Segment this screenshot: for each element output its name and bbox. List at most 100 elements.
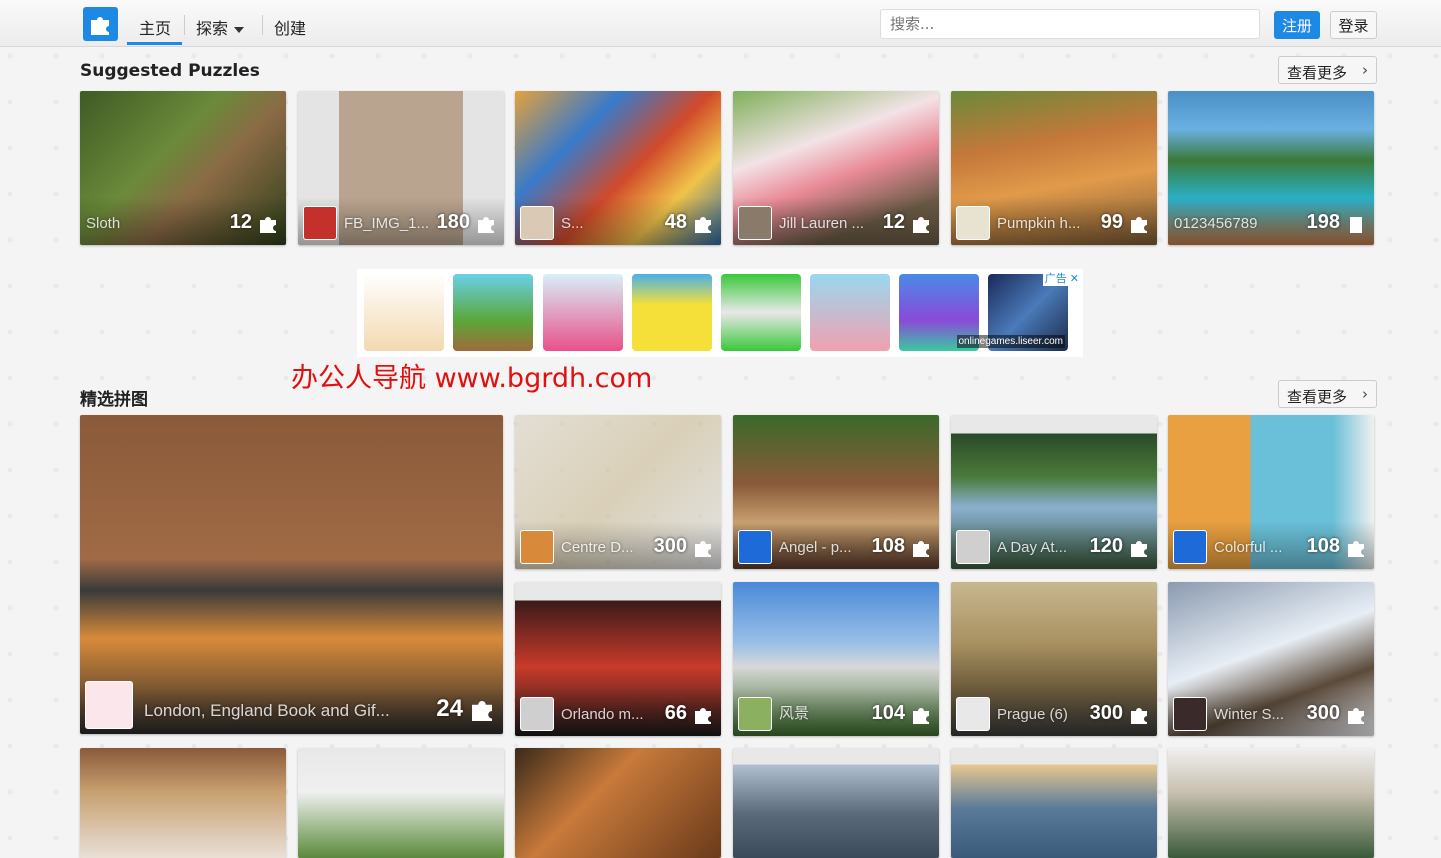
puzzle-piece-icon <box>1350 217 1362 233</box>
puzzle-name: Winter S... <box>1214 706 1285 723</box>
puzzle-name: Pumpkin h... <box>997 215 1081 232</box>
puzzle-tile[interactable]: Orlando m... 66 <box>515 582 721 736</box>
ad-game-thumbnail[interactable] <box>364 274 444 351</box>
ad-banner[interactable]: onlinegames.liseer.com 广告 ✕ <box>357 269 1083 357</box>
puzzle-tile[interactable]: A Day At... 120 <box>951 415 1157 569</box>
piece-count: 300 <box>653 535 687 557</box>
see-more-label: 查看更多 <box>1287 388 1348 406</box>
ad-label[interactable]: 广告 ✕ <box>1042 270 1081 286</box>
puzzle-piece-icon <box>478 217 494 233</box>
puzzle-tile[interactable]: Pumpkin h... 99 <box>951 91 1157 245</box>
piece-count: 300 <box>1306 702 1340 724</box>
puzzle-name: FB_IMG_1... <box>344 215 430 232</box>
piece-count: 99 <box>1100 211 1123 233</box>
user-avatar <box>520 530 554 564</box>
puzzle-tile[interactable]: Prague (6) 300 <box>951 582 1157 736</box>
user-avatar <box>520 697 554 731</box>
puzzle-thumbnail <box>1168 748 1374 858</box>
login-button[interactable]: 登录 <box>1330 11 1377 39</box>
puzzle-name: Orlando m... <box>561 706 644 723</box>
piece-count: 24 <box>436 695 463 722</box>
heart-avatar-icon <box>738 530 772 564</box>
puzzle-tile[interactable] <box>80 748 286 858</box>
puzzle-piece-icon <box>1348 541 1364 557</box>
puzzle-tile[interactable]: Sloth 12 <box>80 91 286 245</box>
ad-game-thumbnail[interactable] <box>721 274 801 351</box>
puzzle-piece-icon <box>1131 217 1147 233</box>
user-avatar <box>956 530 990 564</box>
puzzle-name: Centre D... <box>561 539 634 556</box>
puzzle-tile[interactable]: 0123456789 198 <box>1168 91 1374 245</box>
puzzle-name: Colorful ... <box>1214 539 1283 556</box>
ad-game-thumbnail[interactable] <box>810 274 890 351</box>
user-avatar <box>738 697 772 731</box>
puzzle-tile[interactable] <box>1168 748 1374 858</box>
puzzle-tile[interactable]: S... 48 <box>515 91 721 245</box>
puzzle-tile[interactable]: Centre D... 300 <box>515 415 721 569</box>
see-more-label: 查看更多 <box>1287 64 1348 82</box>
puzzle-piece-icon <box>472 701 492 721</box>
user-avatar <box>1173 697 1207 731</box>
user-avatar <box>303 206 337 240</box>
ad-game-thumbnail[interactable] <box>632 274 712 351</box>
puzzle-tile[interactable] <box>733 748 939 858</box>
register-button[interactable]: 注册 <box>1274 11 1320 39</box>
puzzle-piece-icon <box>1131 541 1147 557</box>
chevron-right-icon: › <box>1362 385 1368 403</box>
watermark-text: 办公人导航 www.bgrdh.com <box>291 363 653 394</box>
piece-count: 48 <box>664 211 687 233</box>
ad-game-thumbnail[interactable] <box>453 274 533 351</box>
heart-avatar-icon <box>1173 530 1207 564</box>
user-avatar <box>956 206 990 240</box>
featured-see-more-button[interactable]: 查看更多 › <box>1278 380 1377 408</box>
puzzle-tile[interactable]: Colorful ... 108 <box>1168 415 1374 569</box>
piece-count: 198 <box>1306 211 1340 233</box>
search-input[interactable] <box>880 9 1260 39</box>
piece-count: 66 <box>664 702 687 724</box>
puzzle-thumbnail <box>951 748 1157 858</box>
nav-divider <box>184 15 185 35</box>
nav-explore-dropdown[interactable]: 探索 <box>196 15 245 39</box>
nav-divider <box>262 15 263 35</box>
puzzle-thumbnail <box>515 748 721 858</box>
puzzle-piece-icon <box>695 708 711 724</box>
puzzle-tile[interactable] <box>951 748 1157 858</box>
puzzle-tile[interactable]: Angel - p... 108 <box>733 415 939 569</box>
puzzle-tile[interactable]: Jill Lauren ... 12 <box>733 91 939 245</box>
nav-explore-label: 探索 <box>196 19 229 38</box>
puzzle-piece-icon <box>1131 708 1147 724</box>
puzzle-name: 0123456789 <box>1174 215 1258 232</box>
puzzle-piece-icon <box>913 217 929 233</box>
featured-puzzle-tile-large[interactable]: London, England Book and Gif... 24 <box>80 415 503 734</box>
top-nav-bar: 主页 探索 创建 注册 登录 <box>0 0 1441 47</box>
puzzle-tile[interactable] <box>515 748 721 858</box>
puzzle-name: Jill Lauren ... <box>779 215 865 232</box>
puzzle-tile[interactable]: FB_IMG_1... 180 <box>298 91 504 245</box>
puzzle-piece-icon <box>260 217 276 233</box>
featured-section-title: 精选拼图 <box>80 390 148 410</box>
ad-game-thumbnail[interactable] <box>543 274 623 351</box>
puzzle-logo-icon[interactable] <box>83 7 118 41</box>
suggested-see-more-button[interactable]: 查看更多 › <box>1278 56 1377 84</box>
puzzle-piece-icon <box>695 541 711 557</box>
piece-count: 12 <box>229 211 252 233</box>
puzzle-name: S... <box>561 215 584 232</box>
puzzle-tile[interactable]: Winter S... 300 <box>1168 582 1374 736</box>
piece-count: 108 <box>1306 535 1340 557</box>
puzzle-tile[interactable]: 风景 104 <box>733 582 939 736</box>
puzzle-thumbnail <box>298 748 504 858</box>
user-avatar <box>85 681 133 729</box>
piece-count: 104 <box>871 702 905 724</box>
user-avatar <box>738 206 772 240</box>
piece-count: 180 <box>436 211 470 233</box>
suggested-section-title: Suggested Puzzles <box>80 61 260 81</box>
nav-create[interactable]: 创建 <box>274 15 306 39</box>
puzzle-tile[interactable] <box>298 748 504 858</box>
user-avatar <box>520 206 554 240</box>
puzzle-name: 风景 <box>779 705 810 722</box>
nav-home[interactable]: 主页 <box>139 15 171 39</box>
active-tab-indicator <box>127 42 182 45</box>
puzzle-thumbnail <box>733 748 939 858</box>
piece-count: 12 <box>882 211 905 233</box>
piece-count: 120 <box>1089 535 1123 557</box>
